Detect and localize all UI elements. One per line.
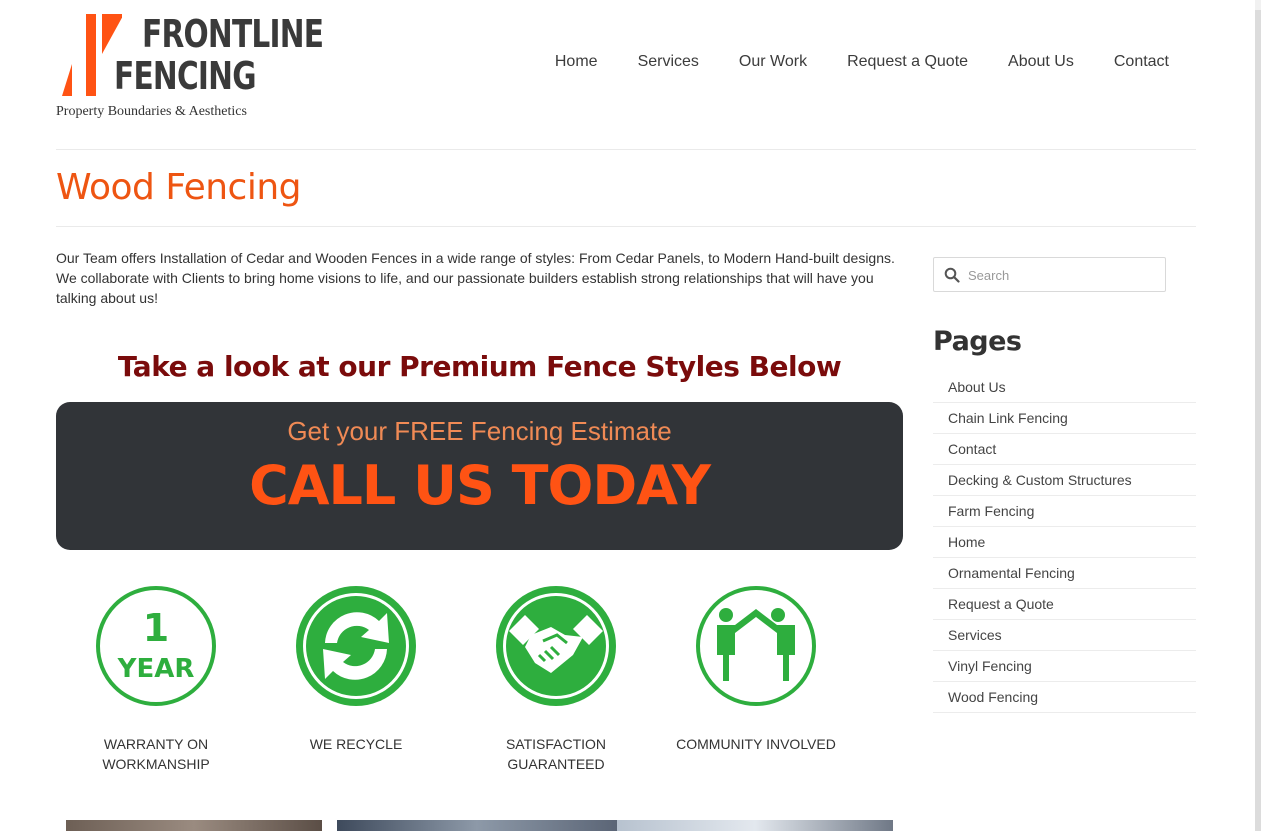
badge-warranty-label: Warranty on Workmanship [102,736,210,772]
logo-name-line1: FRONTLINE [142,12,324,56]
logo-mark-icon [62,14,122,96]
badge-community: Community Involved [656,585,856,754]
feature-badges: 1 YEAR Warranty on Workmanship We Recycl… [56,585,856,772]
main-nav: Home Services Our Work Request a Quote A… [555,53,1169,71]
gallery-image-3[interactable] [617,820,893,831]
pages-list: About Us Chain Link Fencing Contact Deck… [933,372,1196,713]
fence-styles-heading: Take a look at our Premium Fence Styles … [117,350,842,383]
gallery-image-2[interactable] [337,820,617,831]
badge-community-label: Community Involved [676,736,836,752]
handshake-icon [496,586,616,706]
nav-request-quote[interactable]: Request a Quote [847,53,968,71]
community-icon [696,586,816,706]
badge-warranty: 1 YEAR Warranty on Workmanship [56,585,256,774]
nav-contact[interactable]: Contact [1114,53,1169,71]
search-box[interactable] [933,257,1166,292]
gallery-gap [322,820,337,831]
nav-home[interactable]: Home [555,53,598,71]
page-link-about-us[interactable]: About Us [933,372,1196,403]
intro-paragraph: Our Team offers Installation of Cedar an… [56,250,895,306]
badge-recycle: We Recycle [256,585,456,754]
page-link-farm-fencing[interactable]: Farm Fencing [933,496,1196,527]
site-header: FRONTLINE FENCING Property Boundaries & … [0,0,1255,150]
header-divider [56,149,1196,150]
page-link-services[interactable]: Services [933,620,1196,651]
page-link-vinyl-fencing[interactable]: Vinyl Fencing [933,651,1196,682]
logo-name-line2: FENCING [114,54,257,98]
site-logo[interactable]: FRONTLINE FENCING Property Boundaries & … [56,12,324,122]
cta-estimate-text: Get your FREE Fencing Estimate [287,416,672,446]
warranty-1-year-icon: 1 YEAR [96,586,216,706]
page-scrollbar[interactable] [1255,0,1261,831]
page-link-contact[interactable]: Contact [933,434,1196,465]
warranty-icon-unit: YEAR [117,654,195,684]
search-input[interactable] [968,264,1158,286]
page-link-wood-fencing[interactable]: Wood Fencing [933,682,1196,713]
page-link-ornamental-fencing[interactable]: Ornamental Fencing [933,558,1196,589]
cta-banner[interactable]: Get your FREE Fencing Estimate CALL US T… [56,402,903,550]
page-link-chain-link-fencing[interactable]: Chain Link Fencing [933,403,1196,434]
recycle-icon [296,586,416,706]
page-link-request-quote[interactable]: Request a Quote [933,589,1196,620]
gallery-image-1[interactable] [66,820,322,831]
pages-widget-title: Pages [933,326,1022,357]
nav-services[interactable]: Services [638,53,699,71]
badge-satisfaction: Satisfaction Guaranteed [456,585,656,774]
fence-style-gallery [66,820,893,831]
logo-tagline: Property Boundaries & Aesthetics [56,104,247,119]
cta-call-text: CALL US TODAY [249,454,711,517]
badge-recycle-label: We Recycle [309,736,403,752]
nav-our-work[interactable]: Our Work [739,53,807,71]
badge-satisfaction-label: Satisfaction Guaranteed [505,736,607,772]
page-link-decking[interactable]: Decking & Custom Structures [933,465,1196,496]
title-divider [56,226,1196,227]
page-title: Wood Fencing [56,167,302,208]
warranty-icon-number: 1 [143,606,169,650]
search-icon[interactable] [944,267,960,283]
scrollbar-thumb[interactable] [1255,10,1261,831]
nav-about-us[interactable]: About Us [1008,53,1074,71]
page-link-home[interactable]: Home [933,527,1196,558]
